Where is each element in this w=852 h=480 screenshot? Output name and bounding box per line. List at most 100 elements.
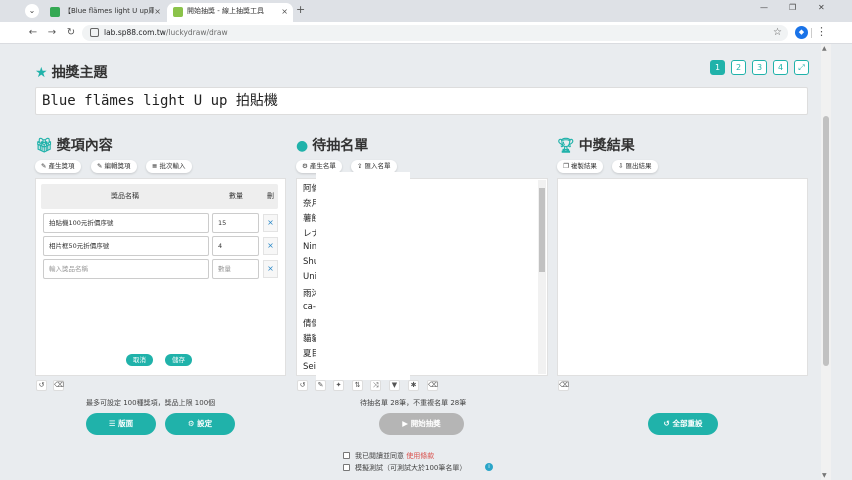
forward-icon[interactable]: → [45, 26, 59, 40]
button-label: 全部重設 [672, 419, 703, 428]
scroll-up-icon[interactable]: ▲ [822, 45, 827, 52]
tab-search-icon[interactable]: ⌄ [25, 4, 39, 18]
results-panel [557, 178, 808, 376]
step-button-4[interactable]: 4 [773, 60, 788, 75]
gift-icon: 🎁︎ [35, 138, 53, 154]
prize-name-input[interactable]: 拍貼機100元折價序號 [43, 213, 209, 233]
copy-results-button[interactable]: ❐ 複製結果 [557, 160, 603, 173]
magic-icon[interactable]: ✦ [333, 380, 344, 391]
minimize-button[interactable]: — [760, 3, 768, 12]
button-label: 複製結果 [570, 162, 597, 170]
button-label: 開始抽獎 [410, 419, 441, 428]
tab-close-icon[interactable]: × [154, 3, 161, 20]
fullscreen-expand-icon[interactable]: ⤢ [794, 60, 809, 75]
settings-button[interactable]: ⚙ 設定 [165, 413, 235, 435]
bookmark-star-icon[interactable]: ☆ [773, 25, 782, 41]
favicon-icon [50, 7, 60, 17]
button-label: 匯入名單 [364, 162, 391, 170]
new-prize-name-input[interactable]: 輸入獎品名稱 [43, 259, 209, 279]
prize-qty-input[interactable]: 4 [212, 236, 259, 256]
undo-icon[interactable]: ↺ [36, 380, 47, 391]
batch-input-button[interactable]: ≣ 批次輸入 [146, 160, 192, 173]
prizes-heading-text: 獎項內容 [56, 138, 113, 154]
trophy-icon: 🏆︎ [557, 138, 575, 154]
results-heading: 🏆︎ 中獎結果 [557, 135, 635, 155]
page-scroll-thumb[interactable] [823, 116, 829, 366]
shuffle-icon[interactable]: ⤨ [370, 380, 381, 391]
url-text: lab.sp88.com.tw/luckydraw/draw [104, 25, 228, 41]
site-info-icon[interactable] [90, 28, 99, 37]
trash-icon[interactable]: ⌫ [558, 380, 569, 391]
page-scrollbar[interactable]: ▲ ▼ [821, 44, 831, 480]
gear-icon: ⚙ [187, 419, 198, 428]
browser-tab-1[interactable]: 【Blue flämes light U up庫拍】 × [44, 3, 166, 22]
info-icon[interactable]: i [485, 463, 493, 471]
download-icon: ⇩ [618, 162, 626, 170]
button-label: 版面 [118, 419, 134, 428]
browser-menu-icon[interactable]: ⋮ [816, 25, 827, 38]
prize-name-input[interactable]: 相片框50元折價序號 [43, 236, 209, 256]
delete-row-icon[interactable]: × [263, 237, 278, 255]
asterisk-icon[interactable]: ✱ [408, 380, 419, 391]
agree-label: 我已閱讀並同意 使用條款 [355, 451, 434, 461]
filter-icon[interactable]: ▼ [389, 380, 400, 391]
trash-icon[interactable]: ⌫ [427, 380, 438, 391]
theme-input[interactable]: Blue flämes light U up 拍貼機 [35, 87, 808, 115]
button-label: 產生名單 [309, 162, 336, 170]
browser-tab-2[interactable]: 開始抽獎 - 線上抽獎工具 × [167, 3, 293, 22]
list-item: Uni [303, 272, 317, 282]
button-label: 批次輸入 [159, 162, 186, 170]
layout-button[interactable]: ☰ 版面 [86, 413, 156, 435]
terms-link[interactable]: 使用條款 [406, 452, 434, 460]
reset-all-button[interactable]: ↺ 全部重設 [648, 413, 718, 435]
close-window-button[interactable]: ✕ [818, 3, 825, 12]
edit-icon[interactable]: ✎ [315, 380, 326, 391]
tab-title: 開始抽獎 - 線上抽獎工具 [187, 7, 264, 15]
candidates-heading-text: 待抽名單 [312, 138, 369, 154]
page-content: ★ 抽獎主題 1 2 3 4 ⤢ Blue flämes light U up 拍… [0, 44, 852, 480]
delete-row-icon[interactable]: × [263, 214, 278, 232]
theme-heading-text: 抽獎主題 [51, 65, 108, 81]
sort-icon[interactable]: ⇅ [352, 380, 363, 391]
tab-close-icon[interactable]: × [281, 3, 288, 20]
back-icon[interactable]: ← [26, 26, 40, 40]
delete-row-icon[interactable]: × [263, 260, 278, 278]
button-label: 編輯獎項 [104, 162, 131, 170]
divider [811, 28, 812, 38]
agree-checkbox[interactable] [343, 452, 350, 459]
new-prize-qty-input[interactable]: 數量 [212, 259, 259, 279]
browser-tab-bar: ⌄ 【Blue flämes light U up庫拍】 × 開始抽獎 - 線上… [0, 0, 852, 22]
prize-qty-input[interactable]: 15 [212, 213, 259, 233]
favicon-icon [173, 7, 183, 17]
undo-icon[interactable]: ↺ [297, 380, 308, 391]
copy-icon: ❐ [563, 162, 571, 170]
list-item: ca- [303, 302, 316, 312]
reload-icon[interactable]: ↻ [64, 26, 78, 40]
address-bar[interactable]: lab.sp88.com.tw/luckydraw/draw ☆ [82, 25, 788, 41]
trash-icon[interactable]: ⌫ [53, 380, 64, 391]
list-scrollbar[interactable] [538, 180, 546, 374]
test-mode-checkbox[interactable] [343, 464, 350, 471]
export-results-button[interactable]: ⇩ 匯出結果 [612, 160, 658, 173]
step-button-2[interactable]: 2 [731, 60, 746, 75]
agree-text: 我已閱讀並同意 [355, 452, 404, 460]
generate-prizes-button[interactable]: ✎ 產生獎項 [35, 160, 81, 173]
step-button-3[interactable]: 3 [752, 60, 767, 75]
prizes-heading: 🎁︎ 獎項內容 [35, 135, 113, 155]
start-draw-button[interactable]: ▶ 開始抽獎 [379, 413, 464, 435]
extension-icon[interactable]: ◆ [795, 26, 808, 39]
save-button[interactable]: 儲存 [165, 354, 192, 366]
step-button-1[interactable]: 1 [710, 60, 725, 75]
edit-prizes-button[interactable]: ✎ 編輯獎項 [91, 160, 137, 173]
list-icon: ≣ [152, 162, 160, 170]
new-tab-button[interactable]: + [296, 3, 305, 16]
user-icon: ● [296, 138, 309, 154]
list-scroll-thumb[interactable] [539, 188, 545, 272]
tab-title: 【Blue flämes light U up庫拍】 [64, 7, 154, 15]
cancel-button[interactable]: 取消 [126, 354, 153, 366]
url-path: /luckydraw/draw [165, 28, 228, 37]
star-icon: ★ [35, 65, 48, 81]
scroll-down-icon[interactable]: ▼ [822, 472, 827, 479]
test-mode-label: 模擬測試（可測試大於100筆名單） [355, 464, 467, 472]
maximize-button[interactable]: ❐ [789, 3, 796, 12]
